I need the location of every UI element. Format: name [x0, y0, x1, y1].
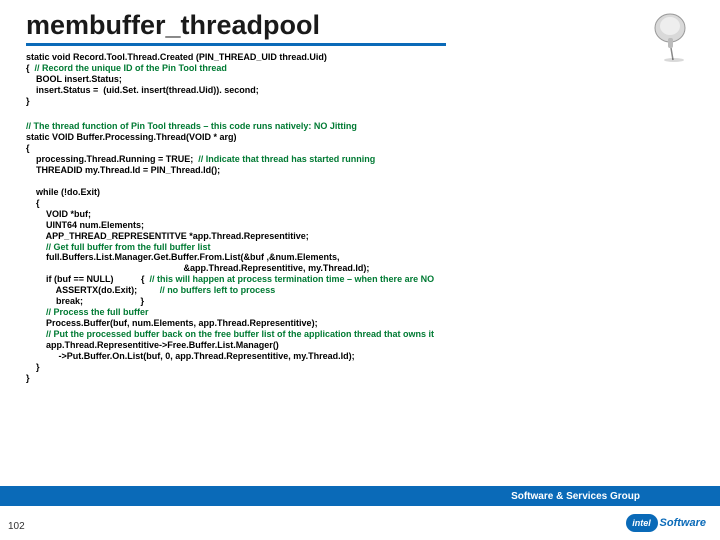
code-line: {: [26, 63, 35, 73]
code-comment: // Process the full buffer: [26, 307, 149, 317]
code-line: app.Thread.Representitive->Free.Buffer.L…: [26, 340, 279, 350]
page-number: 102: [8, 521, 25, 532]
code-block-1: static void Record.Tool.Thread.Created (…: [0, 46, 720, 107]
footer-band: Software & Services Group: [0, 486, 720, 506]
code-line: }: [26, 96, 30, 106]
code-block-2: // The thread function of Pin Tool threa…: [0, 107, 720, 384]
code-comment: // The thread function of Pin Tool threa…: [26, 121, 357, 131]
code-comment: // this will happen at process terminati…: [150, 274, 435, 284]
code-comment: // Get full buffer from the full buffer …: [26, 242, 211, 252]
code-line: processing.Thread.Running = TRUE;: [26, 154, 198, 164]
footer-below: intel Software: [0, 506, 720, 540]
brand-tagline: Software: [660, 517, 706, 529]
code-comment: // no buffers left to process: [160, 285, 276, 295]
brand: intel Software: [626, 514, 706, 532]
code-line: &app.Thread.Representitive, my.Thread.Id…: [26, 263, 369, 273]
code-line: full.Buffers.List.Manager.Get.Buffer.Fro…: [26, 252, 340, 262]
code-line: ->Put.Buffer.On.List(buf, 0, app.Thread.…: [26, 351, 355, 361]
code-line: while (!do.Exit): [26, 187, 100, 197]
code-comment: // Put the processed buffer back on the …: [26, 329, 434, 339]
code-line: static VOID Buffer.Processing.Thread(VOI…: [26, 132, 237, 142]
code-line: Process.Buffer(buf, num.Elements, app.Th…: [26, 318, 318, 328]
code-line: THREADID my.Thread.Id = PIN_Thread.Id();: [26, 165, 220, 175]
intel-logo-icon: intel: [626, 514, 658, 532]
slide-title: membuffer_threadpool: [0, 0, 720, 43]
code-line: {: [26, 198, 40, 208]
code-line: VOID *buf;: [26, 209, 91, 219]
code-line: }: [26, 373, 30, 383]
pushpin-icon: [646, 8, 702, 64]
code-comment: // Record the unique ID of the Pin Tool …: [35, 63, 227, 73]
code-line: {: [26, 143, 30, 153]
code-line: insert.Status = (uid.Set. insert(thread.…: [26, 85, 259, 95]
code-line: APP_THREAD_REPRESENTITVE *app.Thread.Rep…: [26, 231, 309, 241]
code-line: UINT64 num.Elements;: [26, 220, 144, 230]
footer-group-text: Software & Services Group: [511, 491, 640, 502]
code-line: static void Record.Tool.Thread.Created (…: [26, 52, 327, 62]
code-comment: // Indicate that thread has started runn…: [198, 154, 375, 164]
footer: Software & Services Group intel Software…: [0, 486, 720, 540]
code-line: break; }: [26, 296, 144, 306]
code-line: if (buf == NULL) {: [26, 274, 150, 284]
code-line: BOOL insert.Status;: [26, 74, 122, 84]
code-line: }: [26, 362, 40, 372]
code-line: ASSERTX(do.Exit);: [26, 285, 160, 295]
